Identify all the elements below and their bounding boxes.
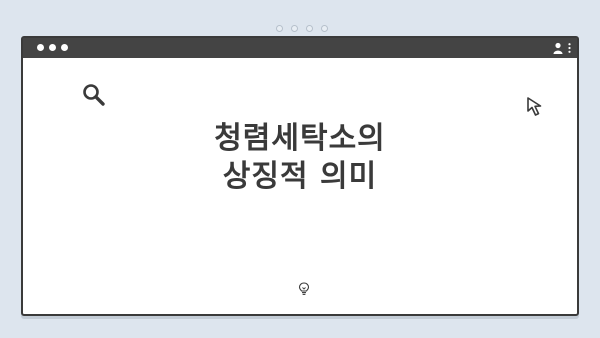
headline: 청렴세탁소의 상징적 의미	[23, 120, 577, 196]
headline-line-2: 상징적 의미	[222, 159, 378, 194]
page-dot	[276, 25, 283, 32]
more-vertical-icon[interactable]	[568, 43, 571, 53]
lightbulb-icon	[298, 282, 310, 295]
window-control-dot[interactable]	[37, 44, 44, 51]
window-titlebar	[23, 38, 577, 58]
window-control-dot[interactable]	[61, 44, 68, 51]
window-controls	[37, 44, 68, 51]
browser-window: 청렴세탁소의 상징적 의미	[21, 36, 579, 316]
page-dot	[306, 25, 313, 32]
search-icon	[83, 84, 105, 106]
page-indicator-dots	[276, 25, 328, 32]
page-dot	[291, 25, 298, 32]
headline-line-1: 청렴세탁소의	[214, 121, 386, 156]
window-control-dot[interactable]	[49, 44, 56, 51]
cursor-arrow-icon	[527, 97, 542, 116]
page-dot	[321, 25, 328, 32]
profile-icon[interactable]	[553, 42, 563, 54]
